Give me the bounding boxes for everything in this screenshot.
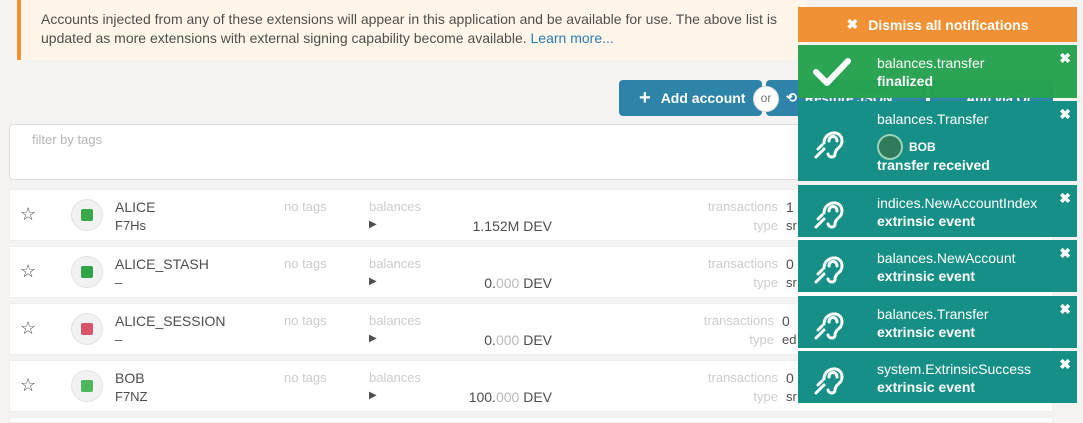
or-divider: or	[753, 86, 779, 112]
identicon-avatar[interactable]	[71, 199, 103, 231]
add-account-label: Add account	[660, 90, 746, 106]
banner-text: Accounts injected from any of these exte…	[41, 11, 777, 46]
notification-status: transfer received	[877, 157, 990, 173]
balances-label: balances	[369, 199, 422, 214]
notification-title: balances.Transfer	[877, 306, 989, 322]
add-account-button[interactable]: + Add account	[619, 80, 762, 116]
notification-title: balances.NewAccount	[877, 250, 1016, 266]
expand-triangle-icon[interactable]: ▶	[369, 390, 377, 401]
balances-label: balances	[369, 313, 422, 328]
notification-title: indices.NewAccountIndex	[877, 195, 1038, 211]
transactions-value: 1	[786, 199, 794, 215]
notification-transfer-finalized: balances.transfer finalized ✖	[798, 45, 1077, 98]
transactions-value: 0	[786, 370, 794, 386]
hearing-icon	[814, 256, 844, 284]
account-address[interactable]: –	[115, 275, 122, 290]
notification-status: finalized	[877, 73, 934, 89]
notification-title: system.ExtrinsicSuccess	[877, 361, 1032, 377]
notification-title: balances.transfer	[877, 55, 985, 71]
account-row-partial	[9, 417, 1053, 423]
close-icon[interactable]: ✖	[1059, 245, 1071, 262]
type-label: type	[753, 389, 778, 404]
type-label: type	[753, 275, 778, 290]
notification-status: extrinsic event	[877, 379, 976, 395]
close-icon: ✖	[846, 16, 859, 32]
transactions-value: 0	[786, 256, 794, 272]
expand-triangle-icon[interactable]: ▶	[369, 276, 377, 287]
account-name: ALICE_STASH	[115, 256, 209, 272]
transactions-label: transactions	[707, 199, 778, 214]
filter-placeholder: filter by tags	[32, 132, 103, 147]
tags-label: no tags	[284, 256, 327, 271]
identicon-avatar[interactable]	[71, 313, 103, 345]
notification-status: extrinsic event	[877, 324, 976, 340]
star-icon[interactable]: ☆	[20, 204, 36, 225]
hearing-icon	[814, 367, 844, 395]
extensions-info-banner: Accounts injected from any of these exte…	[17, 0, 807, 60]
hearing-icon	[814, 131, 844, 159]
hearing-icon	[814, 201, 844, 229]
tags-label: no tags	[284, 313, 327, 328]
balances-label: balances	[369, 256, 422, 271]
notification-extrinsic-success: system.ExtrinsicSuccess extrinsic event …	[798, 351, 1077, 403]
close-icon[interactable]: ✖	[1059, 50, 1071, 67]
star-icon[interactable]: ☆	[20, 261, 36, 282]
close-icon[interactable]: ✖	[1059, 106, 1071, 123]
identicon-avatar[interactable]	[71, 256, 103, 288]
balance-value: 100.000 DEV	[468, 389, 552, 405]
checkmark-icon	[813, 57, 851, 86]
close-icon[interactable]: ✖	[1059, 356, 1071, 373]
balance-value: 0.000 DEV	[484, 332, 552, 348]
balance-value: 0.000 DEV	[484, 275, 552, 291]
account-address[interactable]: F7NZ	[115, 389, 148, 404]
dismiss-all-notifications-button[interactable]: ✖ Dismiss all notifications	[798, 7, 1077, 42]
learn-more-link[interactable]: Learn more...	[531, 30, 614, 46]
account-address[interactable]: –	[115, 332, 122, 347]
close-icon[interactable]: ✖	[1059, 301, 1071, 318]
notification-status: extrinsic event	[877, 213, 976, 229]
close-icon[interactable]: ✖	[1059, 190, 1071, 207]
sync-icon: ⟲	[786, 90, 797, 105]
transactions-label: transactions	[707, 256, 778, 271]
account-name: BOB	[115, 370, 145, 386]
notification-transfer-received: balances.Transfer BOB transfer received …	[798, 101, 1077, 181]
hearing-icon	[814, 312, 844, 340]
balances-label: balances	[369, 370, 422, 385]
type-value: sr	[786, 275, 797, 290]
expand-triangle-icon[interactable]: ▶	[369, 333, 377, 344]
notification-title: balances.Transfer	[877, 111, 989, 127]
transactions-label: transactions	[703, 313, 774, 328]
balance-value: 1.152M DEV	[472, 218, 552, 234]
type-label: type	[749, 332, 774, 347]
notification-balances-transfer: balances.Transfer extrinsic event ✖	[798, 296, 1077, 348]
type-label: type	[753, 218, 778, 233]
type-value: sr	[786, 389, 797, 404]
account-address[interactable]: F7Hs	[115, 218, 146, 233]
notification-new-account: balances.NewAccount extrinsic event ✖	[798, 240, 1077, 292]
account-name: ALICE_SESSION	[115, 313, 226, 329]
account-name: BOB	[909, 140, 936, 154]
account-name: ALICE	[115, 199, 156, 215]
type-value: sr	[786, 218, 797, 233]
tags-label: no tags	[284, 370, 327, 385]
expand-triangle-icon[interactable]: ▶	[369, 219, 377, 230]
transactions-label: transactions	[707, 370, 778, 385]
notification-new-account-index: indices.NewAccountIndex extrinsic event …	[798, 185, 1077, 237]
star-icon[interactable]: ☆	[20, 318, 36, 339]
plus-icon: +	[639, 86, 651, 109]
transactions-value: 0	[782, 313, 790, 329]
identicon-avatar[interactable]	[71, 370, 103, 402]
dismiss-all-label: Dismiss all notifications	[868, 16, 1029, 33]
type-value: ed	[782, 332, 797, 347]
notification-status: extrinsic event	[877, 268, 976, 284]
star-icon[interactable]: ☆	[20, 375, 36, 396]
tags-label: no tags	[284, 199, 327, 214]
